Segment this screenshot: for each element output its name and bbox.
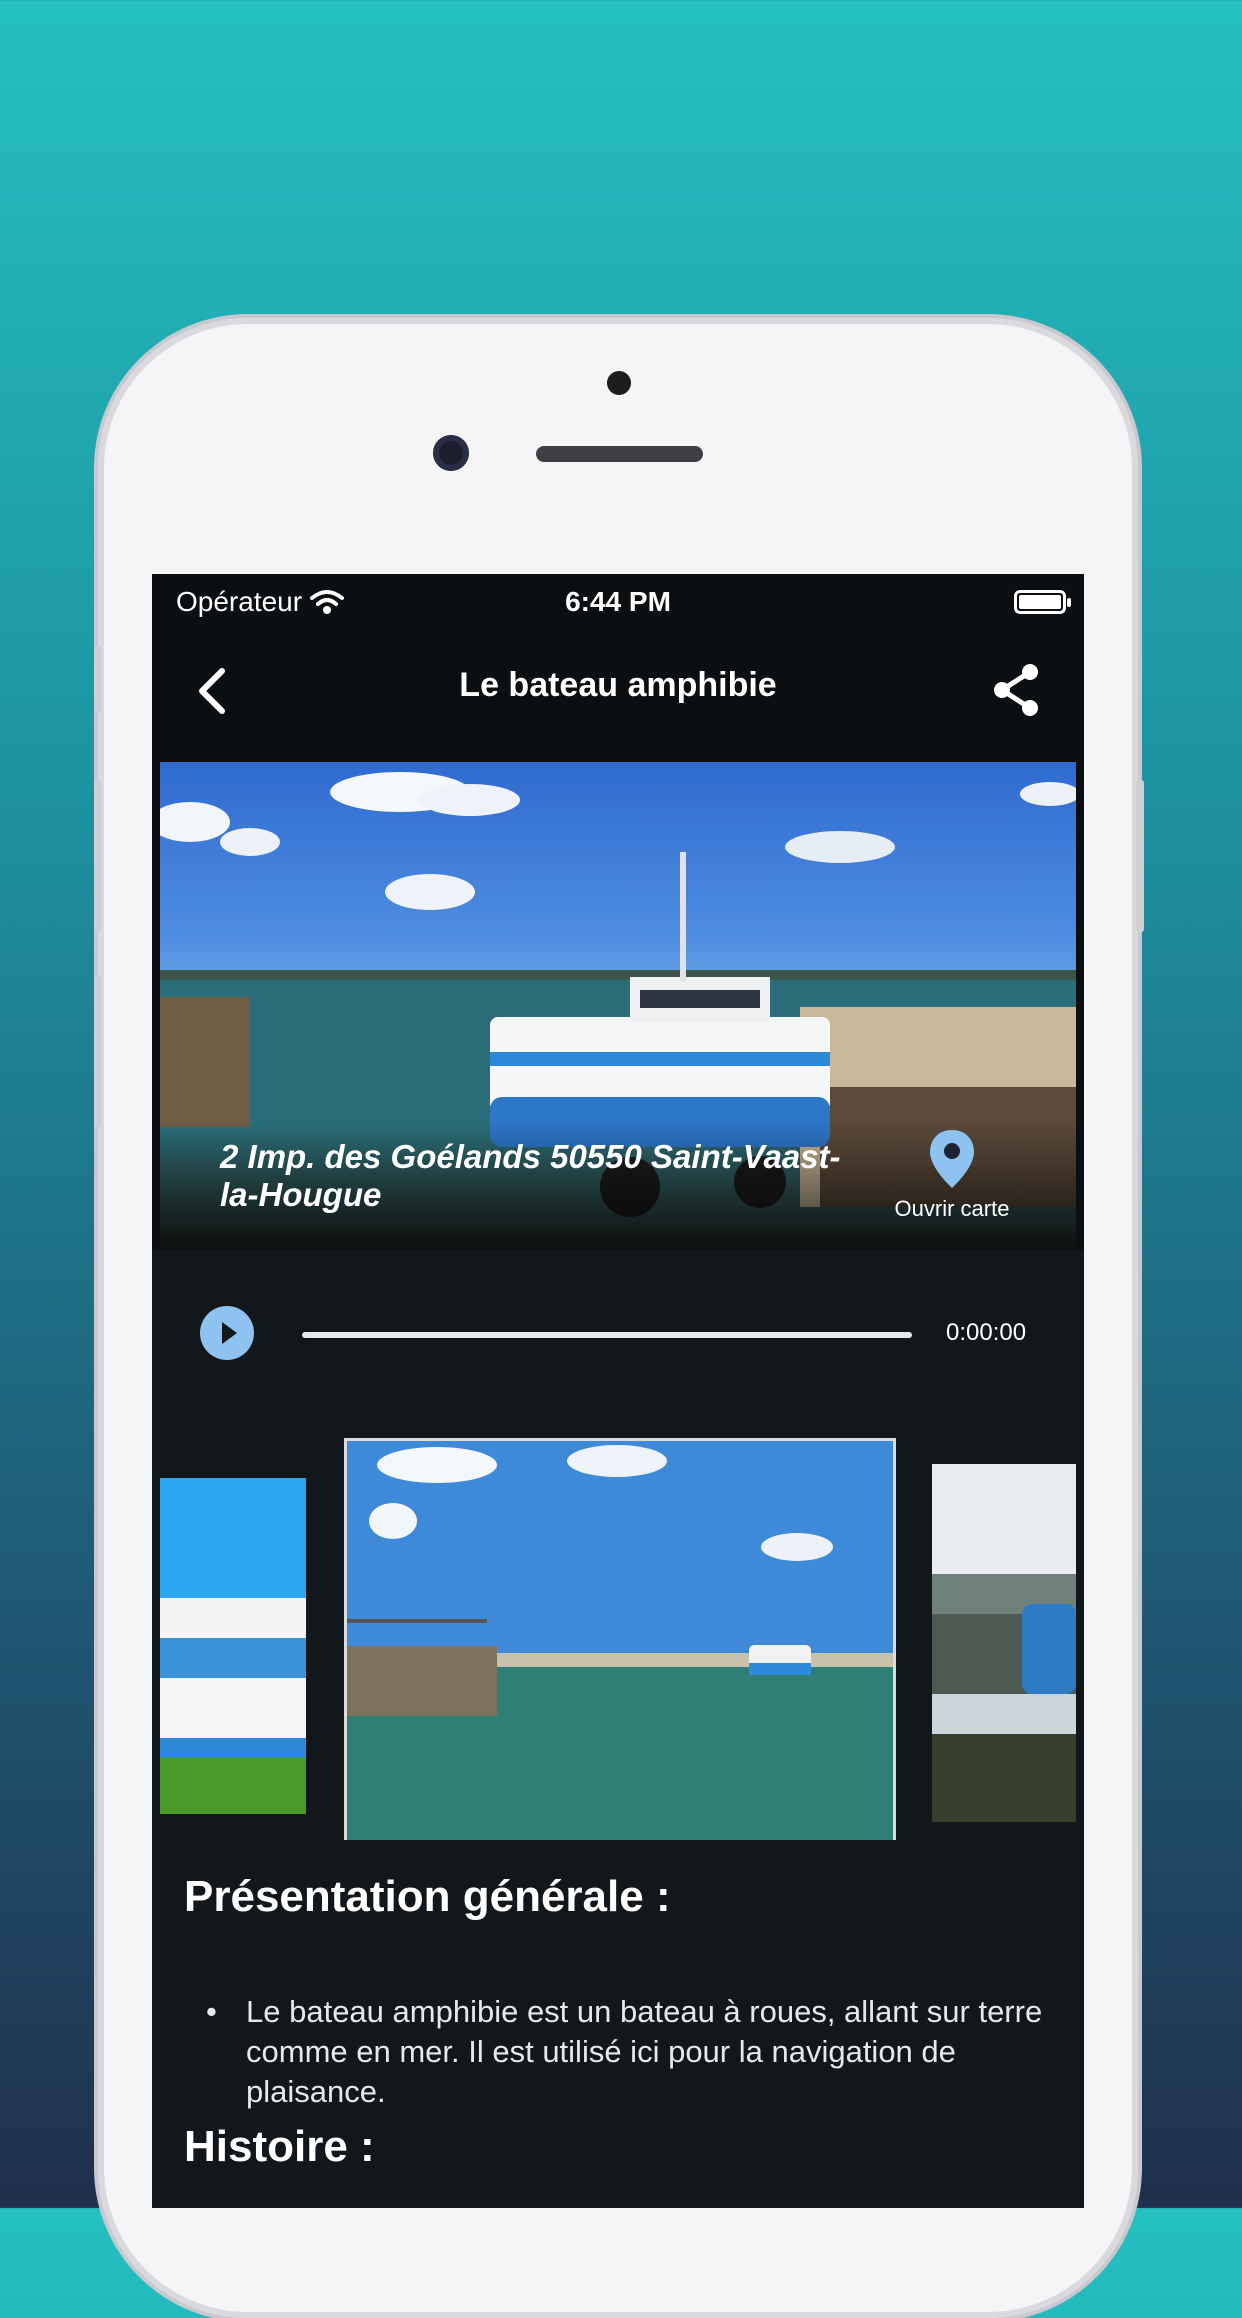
volume-up-button [94, 780, 102, 932]
section-title-history: Histoire : [184, 2122, 375, 2171]
play-icon [222, 1322, 237, 1344]
address-label: 2 Imp. des Goélands 50550 Saint-Vaast-la… [220, 1138, 841, 1213]
page-title: Le bateau amphibie [459, 666, 777, 704]
battery-icon [1014, 590, 1071, 614]
open-map-label: Ouvrir carte [894, 1196, 1010, 1221]
gallery-photo-current[interactable] [344, 1438, 896, 1852]
power-button [1136, 780, 1144, 932]
map-pin-icon [930, 1130, 974, 1188]
gallery-photo-next-image [932, 1464, 1076, 1822]
presentation-bullet: • Le bateau amphibie est un bateau à rou… [206, 1992, 1050, 2112]
share-button[interactable] [988, 660, 1044, 720]
photo-gallery [152, 1420, 1084, 1852]
hero-image: 2 Imp. des Goélands 50550 Saint-Vaast-la… [160, 762, 1076, 1250]
audio-progress-bar[interactable] [302, 1332, 912, 1338]
front-camera [433, 435, 469, 471]
status-bar: Opérateur 6:44 PM [152, 574, 1084, 632]
gallery-photo-previous-image [160, 1478, 306, 1814]
audio-player: 0:00:00 [152, 1250, 1084, 1420]
earpiece-speaker [536, 446, 703, 462]
volume-down-button [94, 975, 102, 1127]
proximity-sensor [607, 371, 631, 395]
gallery-photo-next[interactable] [932, 1464, 1076, 1822]
status-time: 6:44 PM [565, 586, 671, 617]
description-section: Présentation générale : • Le bateau amph… [152, 1840, 1084, 2208]
app-screen: Opérateur 6:44 PM Le bateau amphibie 2 I… [152, 574, 1084, 2208]
gallery-photo-previous[interactable] [160, 1478, 306, 1814]
section-title-presentation: Présentation générale : [184, 1872, 671, 1921]
gallery-photo-current-image [347, 1441, 893, 1849]
mute-switch [94, 646, 102, 712]
open-map-button[interactable]: Ouvrir carte [882, 1128, 1022, 1222]
navigation-bar: Le bateau amphibie [152, 632, 1084, 742]
play-button[interactable] [200, 1306, 254, 1360]
audio-time: 0:00:00 [946, 1319, 1027, 1346]
presentation-text: Le bateau amphibie est un bateau à roues… [246, 1994, 1043, 2109]
